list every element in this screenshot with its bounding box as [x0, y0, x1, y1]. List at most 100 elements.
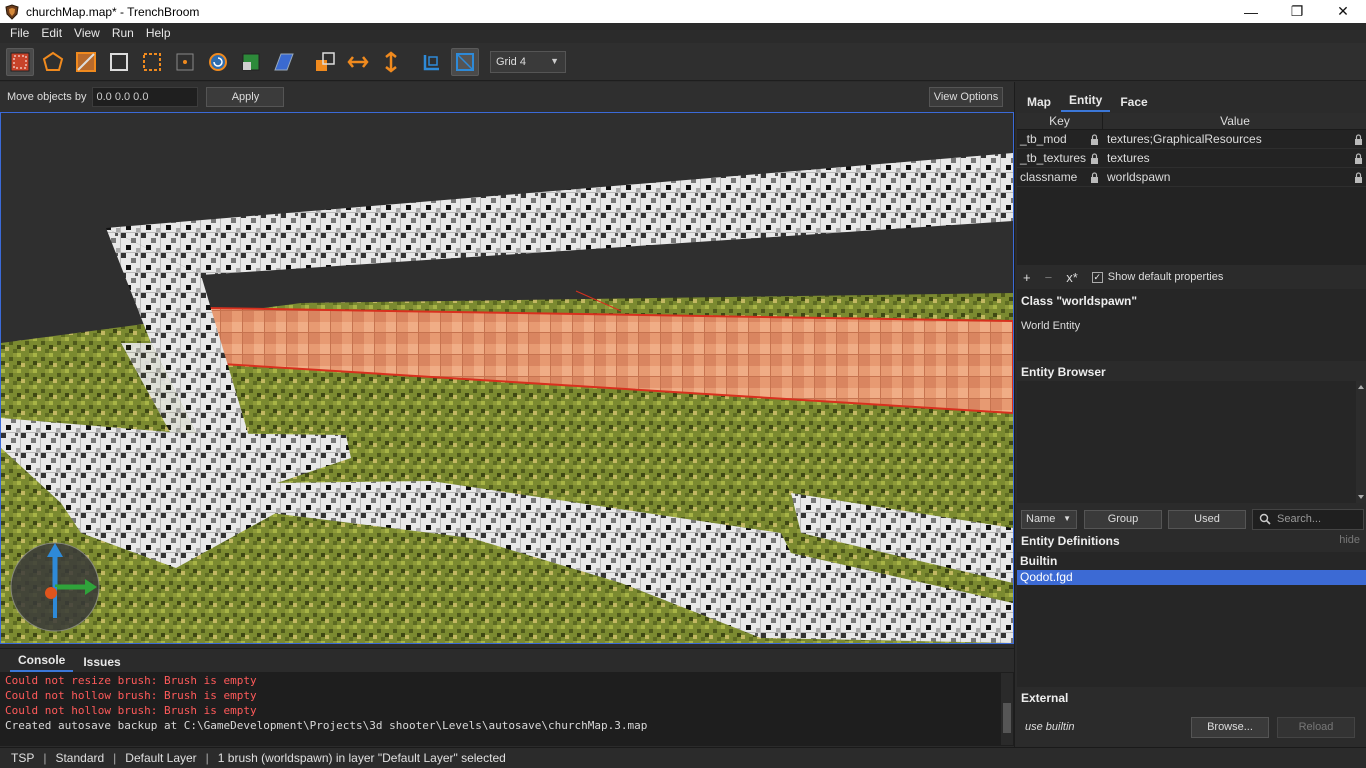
grid-size-value: Grid 4 [496, 55, 526, 68]
status-separator: | [43, 751, 47, 765]
used-button[interactable]: Used [1168, 509, 1246, 529]
flip-horizontal-icon [347, 55, 369, 68]
grid-size-dropdown[interactable]: Grid 4 ▼ [490, 50, 566, 73]
maximize-button[interactable]: ❐ [1274, 0, 1320, 23]
clip-tool-button[interactable] [138, 48, 166, 76]
remove-property-button[interactable]: − [1045, 270, 1053, 285]
minimize-button[interactable]: — [1228, 0, 1274, 23]
status-mode: Standard [55, 751, 105, 765]
flip-horizontal-button[interactable] [344, 48, 372, 76]
scroll-arrows-icon [1358, 385, 1364, 499]
entity-definitions-title: Entity Definitions [1017, 532, 1366, 550]
texture-lock-button[interactable] [418, 48, 446, 76]
tab-map[interactable]: Map [1019, 95, 1059, 112]
menu-edit[interactable]: Edit [35, 23, 68, 43]
property-key: _tb_textures [1020, 151, 1087, 165]
external-path-value: use builtin [1025, 721, 1075, 733]
menu-bar: File Edit View Run Help [0, 23, 1366, 43]
lock-icon [1355, 134, 1362, 145]
edge-tool-button[interactable] [72, 48, 100, 76]
browse-button[interactable]: Browse... [1191, 716, 1269, 738]
add-property-button[interactable]: + [1023, 270, 1031, 285]
chevron-down-icon: ▼ [550, 55, 559, 66]
flip-vertical-icon [385, 50, 397, 73]
console-scrollbar[interactable] [1001, 673, 1013, 745]
lock-icon [1091, 172, 1098, 183]
console-scroll-thumb[interactable] [1003, 703, 1011, 733]
menu-view[interactable]: View [68, 23, 106, 43]
table-row[interactable]: _tb_textures textures [1017, 149, 1366, 168]
property-toolbar: + − x* ✓ Show default properties [1017, 266, 1366, 288]
move-objects-input[interactable]: 0.0 0.0 0.0 [92, 87, 199, 107]
sort-dropdown[interactable]: Name ▼ [1021, 509, 1077, 529]
column-header-value[interactable]: Value [1103, 113, 1366, 129]
uv-lock-button[interactable] [451, 47, 479, 76]
rotate-tool-button[interactable] [204, 48, 232, 76]
shear-tool-icon [274, 53, 294, 70]
inspector-tabbar: Map Entity Face [1015, 82, 1366, 112]
entity-search-input[interactable]: Search... [1252, 508, 1364, 530]
point-tool-button[interactable] [171, 48, 199, 76]
entity-browser-list[interactable] [1017, 381, 1366, 503]
lock-icon [1355, 172, 1362, 183]
list-item[interactable]: Qodot.fgd [1017, 570, 1366, 585]
entity-browser-title: Entity Browser [1017, 363, 1366, 381]
console-line: Could not hollow brush: Brush is empty [5, 689, 257, 702]
search-placeholder: Search... [1277, 513, 1322, 525]
reload-button[interactable]: Reload [1277, 716, 1355, 738]
vertex-tool-icon [42, 51, 64, 71]
view-options-button[interactable]: View Options [929, 87, 1003, 107]
brush-tool-button[interactable] [6, 47, 34, 76]
table-row[interactable]: _tb_mod textures;GraphicalResources [1017, 130, 1366, 149]
status-layer: Default Layer [125, 751, 197, 765]
table-row[interactable]: classname worldspawn [1017, 168, 1366, 187]
entity-browser-scrollbar[interactable] [1356, 381, 1366, 503]
close-button[interactable]: ✕ [1320, 0, 1366, 23]
scale-tool-button[interactable] [237, 48, 265, 76]
toolbar: Grid 4 ▼ [0, 43, 1366, 81]
show-default-properties-label: Show default properties [1107, 271, 1224, 283]
texture-lock-icon [423, 54, 439, 70]
rotate-tool-icon [209, 52, 227, 71]
lock-icon [1091, 134, 1098, 145]
tab-face[interactable]: Face [1112, 95, 1155, 112]
external-definitions-row: use builtin Browse... Reload [1017, 714, 1366, 740]
property-key: classname [1020, 170, 1078, 184]
column-header-key[interactable]: Key [1017, 113, 1103, 129]
tab-console[interactable]: Console [10, 653, 74, 672]
builtin-label: Builtin [1020, 554, 1058, 568]
hide-link[interactable]: hide [1339, 534, 1360, 546]
property-value: worldspawn [1107, 170, 1171, 184]
menu-help[interactable]: Help [140, 23, 177, 43]
entity-definitions-list: Builtin Qodot.fgd [1017, 552, 1366, 687]
status-selection: 1 brush (worldspawn) in layer "Default L… [217, 751, 506, 765]
shear-tool-button[interactable] [270, 48, 298, 76]
console-line: Could not hollow brush: Brush is empty [5, 704, 257, 717]
group-button[interactable]: Group [1084, 509, 1162, 529]
apply-button[interactable]: Apply [206, 87, 285, 107]
uv-lock-icon [456, 52, 474, 71]
tab-entity[interactable]: Entity [1061, 93, 1111, 112]
lock-icon [1091, 153, 1098, 164]
status-separator: | [113, 751, 117, 765]
entity-class-name: Class "worldspawn" [1021, 294, 1138, 308]
3d-viewport[interactable] [0, 112, 1014, 644]
menu-file[interactable]: File [4, 23, 35, 43]
chevron-down-icon: ▼ [1063, 513, 1071, 523]
face-tool-button[interactable] [105, 48, 133, 76]
duplicate-button[interactable] [311, 48, 339, 76]
sort-dropdown-value: Name [1026, 513, 1056, 525]
tab-issues[interactable]: Issues [75, 655, 128, 672]
show-default-properties-checkbox[interactable]: ✓ [1091, 271, 1103, 283]
clip-tool-icon [143, 52, 161, 71]
external-label: External [1021, 691, 1069, 705]
viewport-scene [1, 113, 1013, 643]
brush-tool-icon [10, 52, 30, 71]
set-default-properties-button[interactable]: x* [1066, 270, 1078, 285]
menu-run[interactable]: Run [106, 23, 140, 43]
console-output: Could not resize brush: Brush is empty C… [0, 672, 1014, 746]
inspector-panel: Map Entity Face Key Value _tb_mod textur… [1014, 82, 1366, 747]
property-key: _tb_mod [1020, 132, 1067, 146]
vertex-tool-button[interactable] [39, 48, 67, 76]
flip-vertical-button[interactable] [377, 48, 405, 76]
